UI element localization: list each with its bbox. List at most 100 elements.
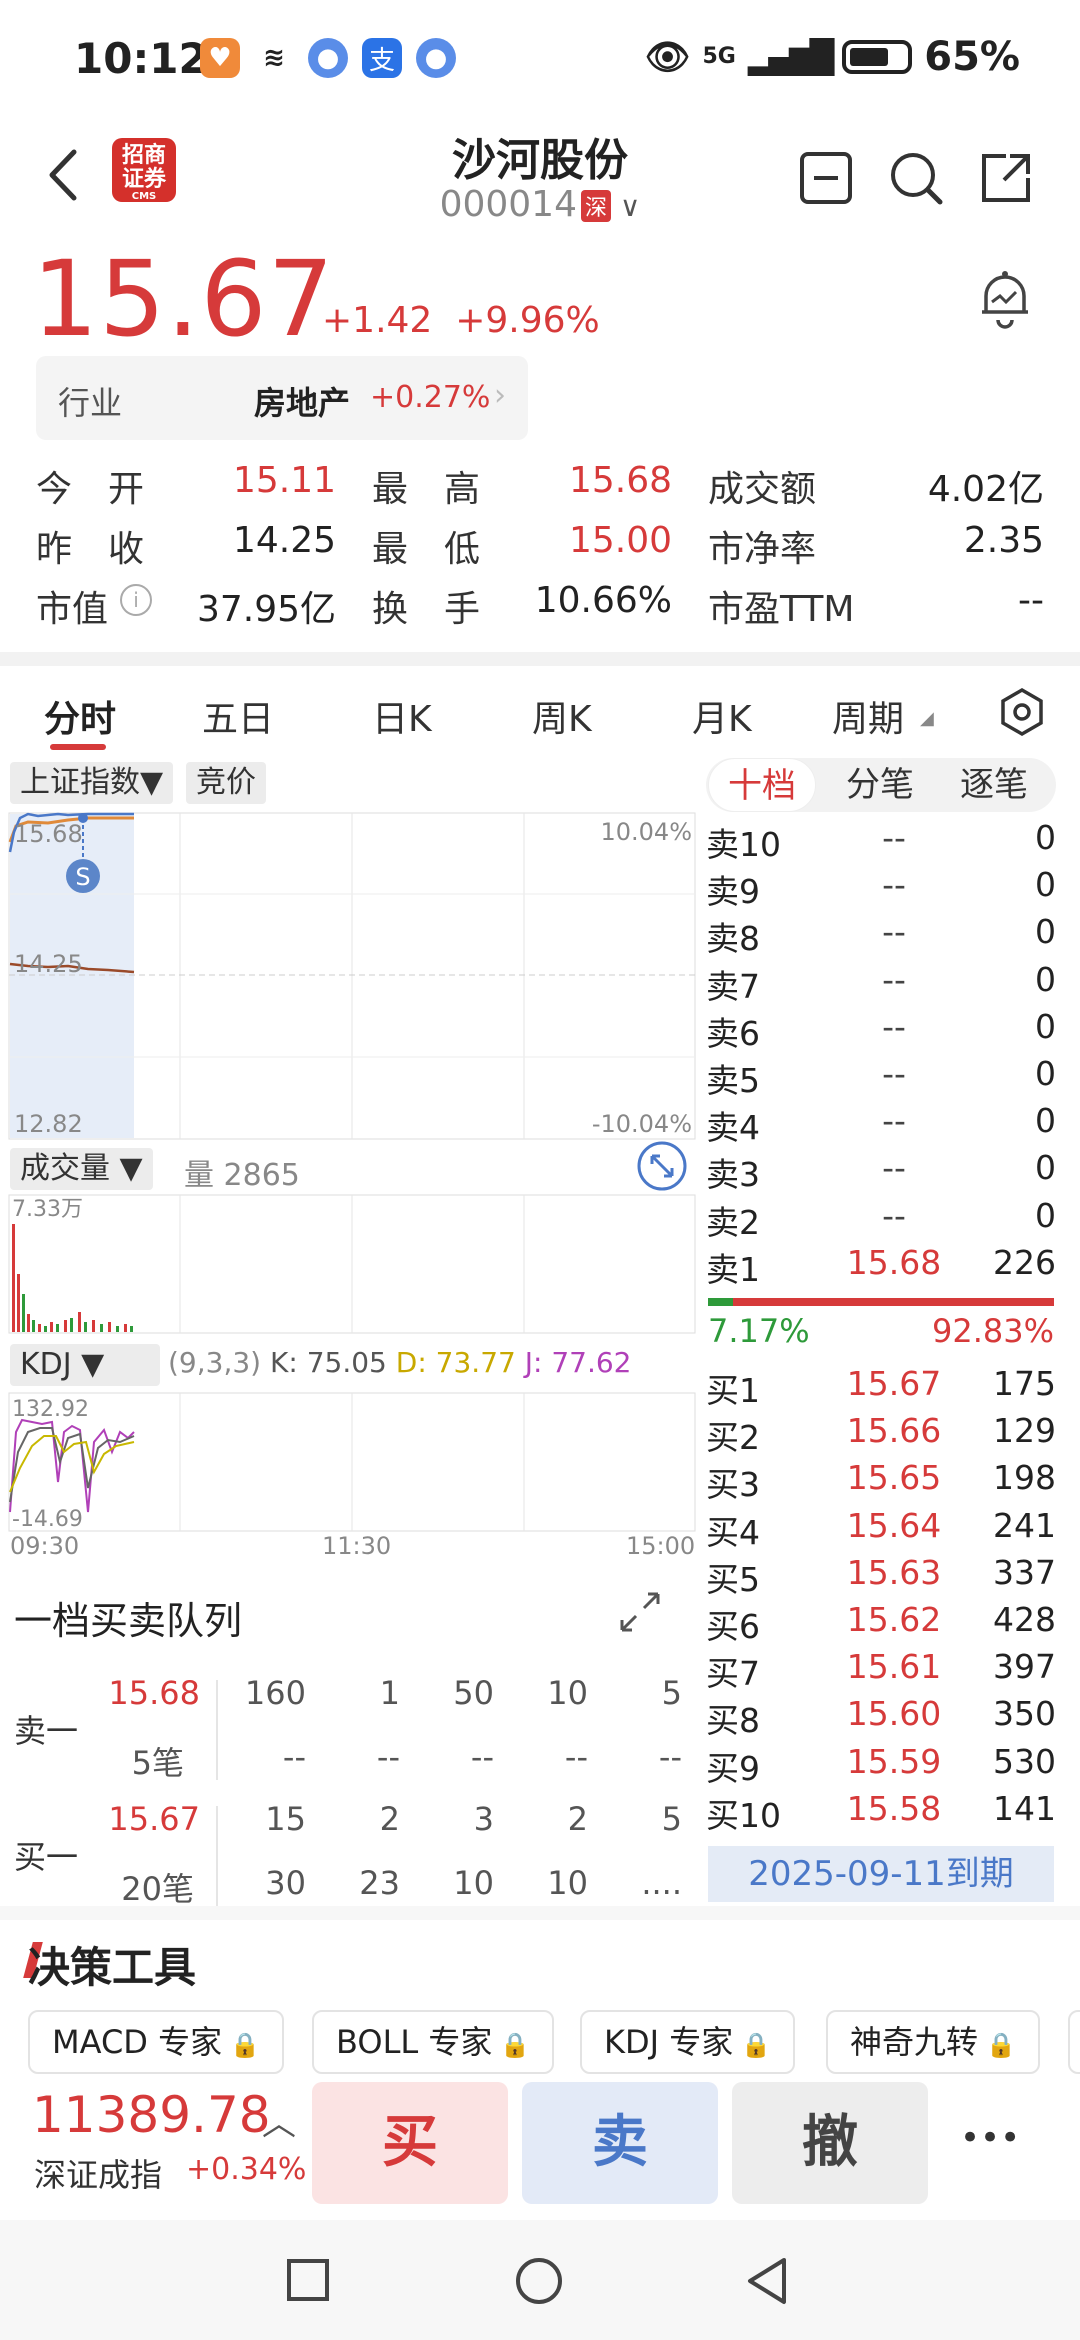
tool-button-3[interactable]: 神奇九转 🔒: [826, 2010, 1040, 2074]
asks-level-name: 卖10: [706, 825, 781, 864]
bids-level-volume: 428: [993, 1600, 1056, 1639]
sell-ratio: 7.17%: [708, 1312, 810, 1350]
app-heart-icon: ♥: [200, 38, 240, 78]
nav-back-icon[interactable]: [744, 2256, 790, 2306]
bids-level[interactable]: 买6 15.62 428: [706, 1600, 1056, 1647]
asks-level-price: --: [882, 1006, 906, 1046]
search-icon[interactable]: [886, 148, 946, 208]
chevron-up-icon[interactable]: ︿: [262, 2096, 296, 2145]
bids-level[interactable]: 买4 15.64 241: [706, 1506, 1056, 1553]
recent-apps-icon[interactable]: [286, 2258, 330, 2302]
tab-tick[interactable]: 分笔: [830, 758, 930, 812]
expand-queue-icon[interactable]: [616, 1588, 664, 1636]
bids-level[interactable]: 买1 15.67 175: [706, 1364, 1056, 1411]
tool-button-2[interactable]: KDJ 专家 🔒: [580, 2010, 796, 2074]
stat-value: 14.25: [232, 520, 336, 561]
tool-label: KDJ 专家: [604, 2023, 734, 2061]
bids-level[interactable]: 买8 15.60 350: [706, 1694, 1056, 1741]
tool-button-1[interactable]: BOLL 专家 🔒: [312, 2010, 555, 2074]
tab-5[interactable]: 周期: [832, 690, 904, 742]
queue-cell: 5: [661, 1674, 682, 1712]
buy-ratio: 92.83%: [931, 1312, 1054, 1350]
pct-high: 10.04%: [600, 818, 692, 846]
queue-cell: 10: [547, 1864, 588, 1902]
asks-level-volume: 0: [1035, 1148, 1056, 1188]
intraday-price-chart[interactable]: S 15.68 14.25 12.82 10.04% -10.04%: [8, 812, 696, 1140]
home-icon[interactable]: [514, 2256, 564, 2306]
queue-buy-count: 20笔: [121, 1870, 194, 1908]
volume-indicator-chip[interactable]: 成交量 ▼: [10, 1148, 153, 1190]
bids-level[interactable]: 买7 15.61 397: [706, 1647, 1056, 1694]
kdj-indicator-chip[interactable]: KDJ ▼: [10, 1344, 160, 1386]
stat-value: 15.00: [568, 520, 672, 561]
tab-0[interactable]: 分时: [44, 690, 116, 742]
queue-sell-price: 15.68: [108, 1674, 200, 1712]
index-selector-chip[interactable]: 上证指数▼: [10, 762, 174, 804]
section-divider-2: [0, 1906, 1080, 1920]
buy-button[interactable]: 买: [312, 2082, 508, 2204]
tab-2[interactable]: 日K: [372, 690, 432, 742]
tab-4[interactable]: 月K: [692, 690, 752, 742]
tab-ten-levels[interactable]: 十档: [708, 758, 816, 812]
kdj-values: (9,3,3) K: 75.05 D: 73.77 J: 77.62: [168, 1346, 632, 1379]
buy-sell-ratio-bar: [708, 1298, 1054, 1306]
asks-level[interactable]: 卖9 -- 0: [706, 865, 1056, 912]
kdj-chart[interactable]: 132.92 -14.69: [8, 1392, 696, 1532]
bottom-index-name: 深证成指: [34, 2156, 163, 2194]
tab-trade-by-trade[interactable]: 逐笔: [944, 758, 1044, 812]
bids-level[interactable]: 买5 15.63 337: [706, 1553, 1056, 1600]
bids-level[interactable]: 买3 15.65 198: [706, 1458, 1056, 1505]
tab-1[interactable]: 五日: [202, 690, 274, 742]
lock-icon: 🔒: [741, 2031, 772, 2059]
asks-level-price: --: [882, 865, 906, 905]
asks-level[interactable]: 卖7 -- 0: [706, 960, 1056, 1007]
queue-cell: 160: [244, 1674, 306, 1712]
bids-level-volume: 530: [993, 1741, 1056, 1781]
bids-level-price: 15.63: [846, 1552, 942, 1592]
stat-label: 最 高: [372, 469, 481, 510]
share-icon[interactable]: [976, 148, 1036, 208]
bids-level[interactable]: 买2 15.66 129: [706, 1411, 1056, 1458]
signal-icon: ▂▄▆█: [747, 38, 834, 76]
asks-level-price: --: [882, 959, 906, 999]
bottom-index-value[interactable]: 11389.78: [32, 2086, 271, 2144]
more-menu-icon[interactable]: •••: [960, 2118, 1020, 2158]
asks-level[interactable]: 卖10 -- 0: [706, 818, 1056, 865]
bids-level[interactable]: 买10 15.58 141: [706, 1789, 1056, 1836]
asks-level-volume: 226: [993, 1242, 1056, 1282]
tab-3[interactable]: 周K: [532, 690, 592, 742]
asks-level[interactable]: 卖4 -- 0: [706, 1101, 1056, 1148]
price-alert-bell-icon[interactable]: [976, 268, 1034, 330]
asks-level[interactable]: 卖2 -- 0: [706, 1196, 1056, 1243]
asks-level-name: 卖7: [706, 966, 760, 1006]
asks-level[interactable]: 卖3 -- 0: [706, 1148, 1056, 1195]
kdj-low: -14.69: [12, 1507, 83, 1532]
cancel-order-button[interactable]: 撤: [732, 2082, 928, 2204]
asks-level[interactable]: 卖1 15.68 226: [706, 1243, 1056, 1290]
bids-level-price: 15.67: [846, 1364, 942, 1403]
tool-button-partial[interactable]: [1068, 2010, 1080, 2074]
kdj-high: 132.92: [12, 1397, 89, 1422]
minus-box-icon[interactable]: [796, 148, 856, 208]
industry-tag[interactable]: 行业 房地产 +0.27% ›: [36, 356, 528, 440]
bids-level-name: 买10: [706, 1795, 781, 1835]
section-divider: [0, 652, 1080, 666]
asks-level-price: --: [882, 1054, 906, 1093]
settings-hexagon-icon[interactable]: [996, 686, 1048, 738]
asks-level[interactable]: 卖6 -- 0: [706, 1007, 1056, 1054]
auction-chip[interactable]: 竞价: [186, 762, 266, 804]
expand-chart-icon[interactable]: [636, 1140, 688, 1192]
asks-level[interactable]: 卖8 -- 0: [706, 912, 1056, 959]
asks-level[interactable]: 卖5 -- 0: [706, 1054, 1056, 1101]
bids-level[interactable]: 买9 15.59 530: [706, 1742, 1056, 1789]
bids-level-name: 买8: [706, 1701, 760, 1741]
stat-value: 2.35: [963, 520, 1044, 561]
volume-chart[interactable]: 7.33万: [8, 1194, 696, 1334]
bids-level-name: 买1: [706, 1371, 760, 1410]
stat-value: --: [1018, 580, 1044, 621]
tool-button-0[interactable]: MACD 专家 🔒: [28, 2010, 284, 2074]
current-price: 15.67: [32, 238, 335, 360]
sell-button[interactable]: 卖: [522, 2082, 718, 2204]
info-icon[interactable]: i: [120, 584, 152, 616]
stat-label: 今 开: [36, 469, 145, 510]
